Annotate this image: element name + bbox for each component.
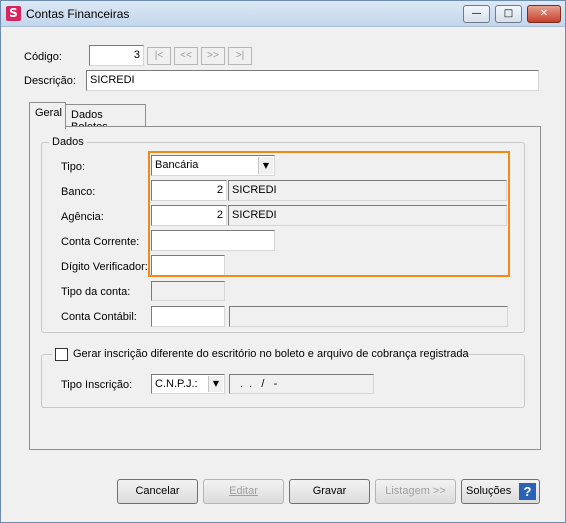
gerar-inscricao-label: Gerar inscrição diferente do escritório … [73, 348, 469, 360]
tipo-conta-field [151, 281, 225, 301]
banco-code-field[interactable]: 2 [151, 180, 227, 201]
next-record-button[interactable]: >> [201, 47, 225, 65]
agencia-name-field: SICREDI [228, 205, 507, 226]
tipo-label: Tipo: [61, 161, 86, 173]
tipo-inscricao-label: Tipo Inscrição: [61, 379, 133, 391]
conta-contabil-name-field [229, 306, 508, 327]
tipo-inscricao-selected-value: C.N.P.J.: [155, 378, 198, 390]
cancelar-button[interactable]: Cancelar [117, 479, 198, 504]
chevron-down-icon[interactable]: ▼ [258, 157, 273, 174]
solucoes-button[interactable]: Soluções ? [461, 479, 540, 504]
minimize-button[interactable]: — [463, 5, 490, 23]
conta-corrente-label: Conta Corrente: [61, 236, 140, 248]
conta-corrente-field[interactable] [151, 230, 275, 251]
banco-label: Banco: [61, 186, 96, 198]
title-bar: S Contas Financeiras — □ ✕ [1, 1, 565, 27]
agencia-code-field[interactable]: 2 [151, 205, 227, 226]
last-record-button[interactable]: >| [228, 47, 252, 65]
maximize-button[interactable]: □ [495, 5, 522, 23]
conta-contabil-code-field[interactable] [151, 306, 225, 327]
tipo-conta-label: Tipo da conta: [61, 286, 131, 298]
codigo-field[interactable]: 3 [89, 45, 144, 66]
conta-contabil-label: Conta Contábil: [61, 311, 137, 323]
solucoes-label: Soluções [466, 485, 512, 497]
descricao-label: Descrição: [24, 75, 76, 87]
gravar-button[interactable]: Gravar [289, 479, 370, 504]
chevron-down-icon[interactable]: ▼ [208, 376, 223, 392]
window-title: Contas Financeiras [26, 7, 130, 21]
agencia-label: Agência: [61, 211, 104, 223]
contas-financeiras-window: S Contas Financeiras — □ ✕ Código: 3 |< … [0, 0, 566, 523]
banco-name-field: SICREDI [228, 180, 507, 201]
tipo-inscricao-combobox[interactable]: C.N.P.J.: ▼ [151, 374, 225, 394]
previous-record-button[interactable]: << [174, 47, 198, 65]
descricao-field[interactable]: SICREDI [86, 70, 539, 91]
inscricao-number-field: . . / - [229, 374, 374, 394]
digito-verificador-field[interactable] [151, 255, 225, 276]
tipo-combobox[interactable]: Bancária ▼ [151, 155, 275, 176]
close-button[interactable]: ✕ [527, 5, 561, 23]
help-icon: ? [519, 483, 536, 500]
app-icon: S [6, 6, 21, 21]
codigo-label: Código: [24, 51, 62, 63]
first-record-button[interactable]: |< [147, 47, 171, 65]
dados-group-title: Dados [49, 136, 87, 148]
inscricao-group-title: Gerar inscrição diferente do escritório … [52, 347, 469, 362]
tipo-selected-value: Bancária [155, 159, 199, 171]
gerar-inscricao-checkbox[interactable] [55, 348, 68, 361]
tab-dados-boletos[interactable]: Dados Boletos [65, 104, 146, 133]
listagem-button[interactable]: Listagem >> [375, 479, 456, 504]
editar-button[interactable]: Editar [203, 479, 284, 504]
tab-geral[interactable]: Geral [29, 102, 66, 129]
digito-verificador-label: Dígito Verificador: [61, 261, 148, 273]
